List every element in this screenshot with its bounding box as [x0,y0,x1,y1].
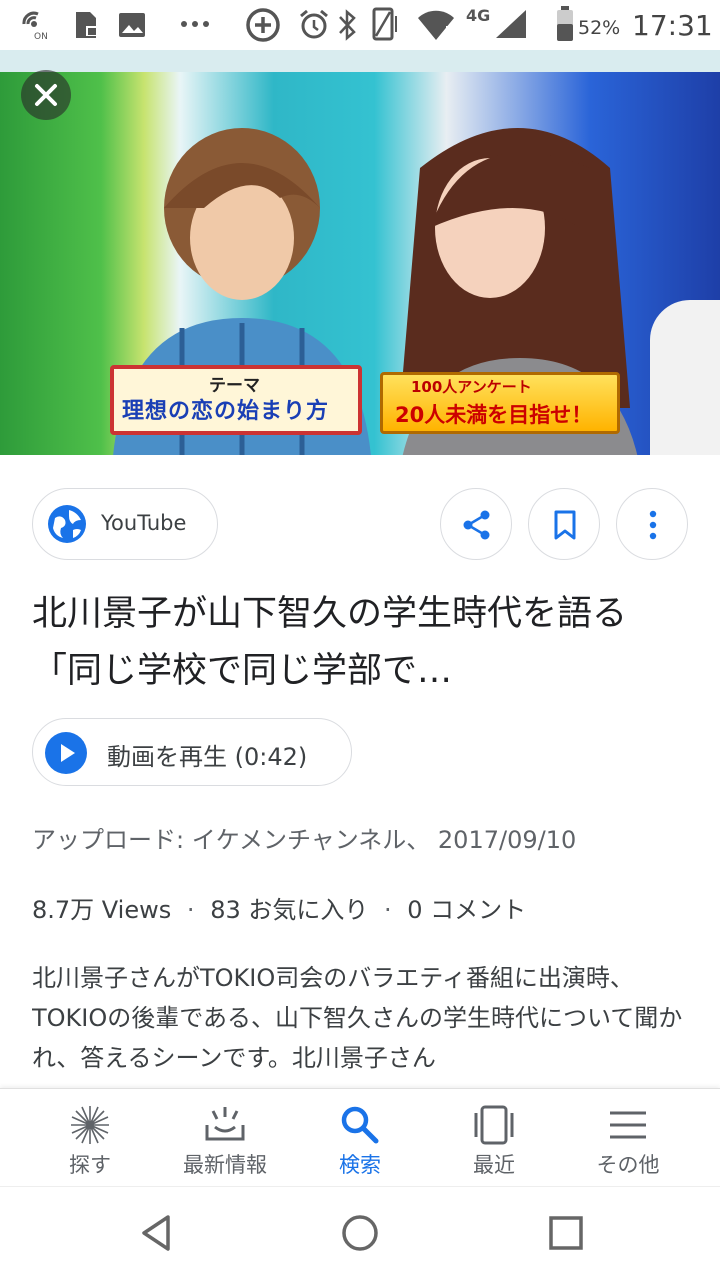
data-saver-icon [246,8,280,42]
status-bar: ON 4G 52% 17:31 [0,0,720,50]
stats-separator: · [384,896,392,924]
system-navigation-bar [0,1186,720,1280]
nfc-icon: ON [22,11,48,40]
back-icon[interactable] [138,1213,178,1253]
thumbnail-backdrop [0,50,720,72]
sd-card-lock-icon [76,12,98,38]
play-video-label: 動画を再生 (0:42) [107,743,308,771]
battery-icon [557,6,573,41]
bottom-navigation: 探す 最新情報 検索 最近 その他 [0,1088,720,1186]
close-button[interactable] [21,70,71,120]
image-icon [119,13,145,37]
menu-icon [610,1111,646,1139]
network-type-label: 4G [466,6,491,25]
nav-item-search[interactable]: 検索 [288,1089,432,1187]
video-title[interactable]: 北川景子が山下智久の学生時代を語る「同じ学校で同じ学部で… [32,586,692,700]
svg-text:ON: ON [34,32,48,40]
vibrate-icon [372,7,397,41]
nav-item-more[interactable]: その他 [556,1089,700,1187]
play-icon [45,732,87,774]
signal-icon [496,10,526,38]
wifi-icon [418,10,454,40]
favorites-count: 83 お気に入り [210,896,369,924]
battery-percent: 52% [578,17,621,39]
alarm-icon [300,9,328,39]
share-button[interactable] [440,488,512,560]
close-icon [35,84,57,106]
search-icon [341,1106,379,1144]
stats-separator: · [186,896,195,924]
source-chip[interactable]: YouTube [32,488,218,560]
home-icon[interactable] [340,1213,380,1253]
globe-icon [48,505,86,543]
bookmark-icon [554,510,576,540]
bookmark-button[interactable] [528,488,600,560]
bluetooth-icon [339,9,356,41]
overview-icon[interactable] [546,1213,586,1253]
share-icon [463,510,490,540]
nav-item-updates[interactable]: 最新情報 [153,1089,297,1187]
thumbnail-person-edge [650,300,720,455]
upload-info: アップロード: イケメンチャンネル、 2017/09/10 [32,826,577,854]
play-video-button[interactable]: 動画を再生 (0:42) [32,718,352,786]
updates-icon [205,1107,245,1141]
thumbnail-caption-theme: テーマ 理想の恋の始まり方 [110,365,362,435]
more-options-button[interactable] [616,488,688,560]
recent-icon [474,1105,514,1145]
thumbnail-caption-survey: 100人アンケート 20人未満を目指せ！ [380,372,620,434]
nav-item-discover[interactable]: 探す [18,1089,162,1187]
clock: 17:31 [632,9,713,42]
video-thumbnail[interactable]: テーマ 理想の恋の始まり方 100人アンケート 20人未満を目指せ！ [0,50,720,455]
discover-icon [71,1106,109,1144]
comments-count: 0 コメント [407,896,527,924]
video-description: 北川景子さんがTOKIO司会のバラエティ番組に出演時、TOKIOの後輩である、山… [32,964,683,1072]
video-stats: 8.7万 Views · 83 お気に入り · 0 コメント [32,890,526,925]
source-label: YouTube [101,511,187,535]
more-vert-icon [649,510,657,540]
views-count: 8.7万 Views [32,896,172,924]
more-notifications-icon [181,21,209,27]
nav-item-recent[interactable]: 最近 [422,1089,566,1187]
